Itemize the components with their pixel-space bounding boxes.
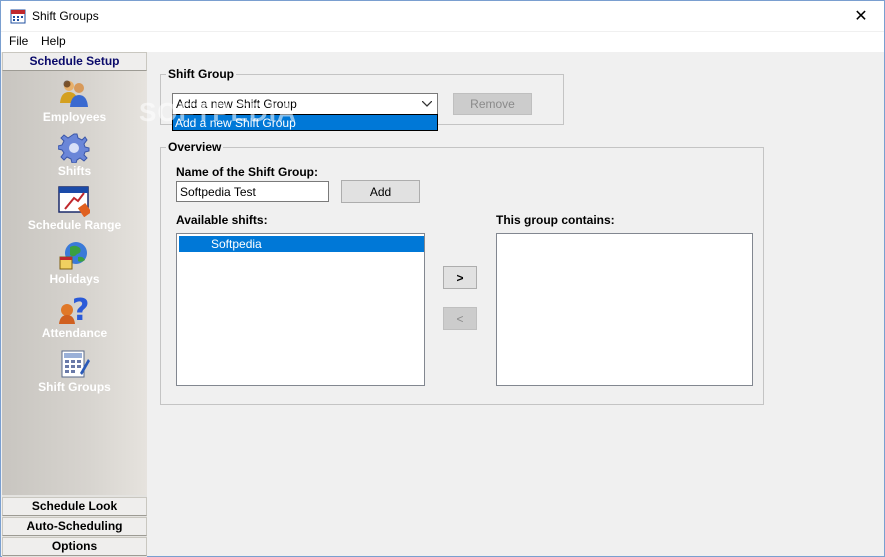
group-contains-label: This group contains: xyxy=(496,213,615,227)
shift-group-title: Shift Group xyxy=(166,67,236,81)
sidebar-header-schedule-look[interactable]: Schedule Look xyxy=(2,497,147,516)
nav-shifts[interactable]: Shifts xyxy=(2,131,147,183)
gear-icon xyxy=(58,133,90,163)
sidebar: Schedule Setup Employees Shifts Schedule… xyxy=(2,52,147,557)
nav-schedule-range[interactable]: Schedule Range xyxy=(2,185,147,237)
app-window: Shift Groups ✕ File Help Schedule Setup … xyxy=(0,0,885,557)
move-right-button[interactable]: > xyxy=(443,266,477,289)
schedule-range-icon xyxy=(58,186,90,217)
shift-group-dropdown: Add a new Shift Group xyxy=(172,114,438,131)
nav-attendance[interactable]: ? Attendance xyxy=(2,293,147,345)
shift-group-name-value: Softpedia Test xyxy=(180,185,256,199)
close-icon: ✕ xyxy=(854,8,868,25)
remove-button[interactable]: Remove xyxy=(453,93,532,115)
nav-label: Shift Groups xyxy=(38,380,111,394)
chevron-down-icon[interactable] xyxy=(417,94,437,114)
close-button[interactable]: ✕ xyxy=(838,1,884,31)
shift-group-combo[interactable]: Add a new Shift Group xyxy=(172,93,438,115)
shift-group-name-label: Name of the Shift Group: xyxy=(176,165,318,179)
nav-label: Holidays xyxy=(49,272,100,286)
overview-title: Overview xyxy=(166,140,224,154)
group-contains-list[interactable] xyxy=(496,233,753,386)
nav-label: Employees xyxy=(42,110,107,124)
app-calendar-icon xyxy=(10,9,26,24)
add-button[interactable]: Add xyxy=(341,180,420,203)
dropdown-option[interactable]: Add a new Shift Group xyxy=(175,116,296,130)
nav-label: Shifts xyxy=(57,164,92,178)
sidebar-header-schedule-setup[interactable]: Schedule Setup xyxy=(2,52,147,71)
shift-group-combo-value: Add a new Shift Group xyxy=(176,97,297,111)
list-item-label: Softpedia xyxy=(211,237,262,251)
question-icon: ? xyxy=(59,293,89,325)
menu-bar: File Help xyxy=(1,32,884,52)
nav-shift-groups[interactable]: Shift Groups xyxy=(2,347,147,399)
shift-group-name-input[interactable]: Softpedia Test xyxy=(176,181,329,202)
calculator-icon xyxy=(61,350,90,378)
nav-label: Attendance xyxy=(41,326,108,340)
window-title: Shift Groups xyxy=(32,9,99,23)
list-item[interactable]: Softpedia xyxy=(179,236,424,252)
globe-icon xyxy=(59,242,87,270)
available-shifts-label: Available shifts: xyxy=(176,213,268,227)
move-left-button[interactable]: < xyxy=(443,307,477,330)
employees-icon xyxy=(60,80,88,107)
sidebar-header-options[interactable]: Options xyxy=(2,537,147,556)
available-shifts-list[interactable]: Softpedia xyxy=(176,233,425,386)
title-bar: Shift Groups ✕ xyxy=(1,1,884,31)
svg-text:?: ? xyxy=(72,293,89,325)
nav-label: Schedule Range xyxy=(27,218,122,232)
nav-employees[interactable]: Employees xyxy=(2,77,147,129)
sidebar-panel: Employees Shifts Schedule Range Holidays… xyxy=(2,71,147,495)
nav-holidays[interactable]: Holidays xyxy=(2,239,147,291)
menu-file[interactable]: File xyxy=(9,34,28,48)
sidebar-header-auto-scheduling[interactable]: Auto-Scheduling xyxy=(2,517,147,536)
menu-help[interactable]: Help xyxy=(41,34,66,48)
